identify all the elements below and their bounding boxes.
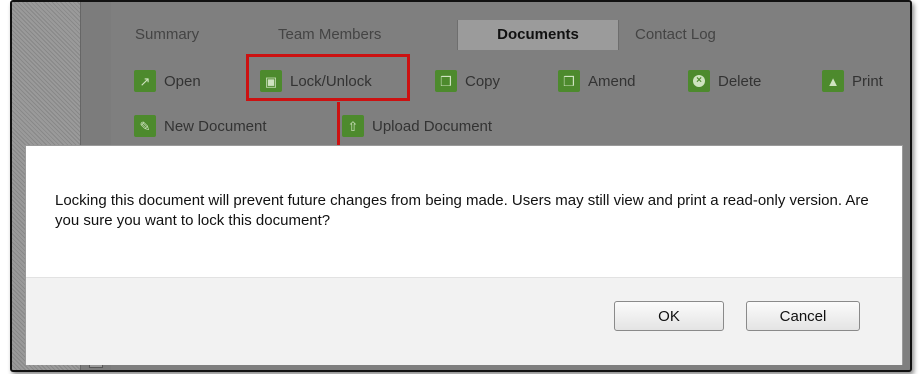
dialog-footer: OK Cancel [26, 277, 902, 365]
ok-button[interactable]: OK [614, 301, 724, 331]
copy-button[interactable]: ❒ Copy [435, 68, 500, 94]
open-label: Open [164, 72, 201, 90]
tab-team-members[interactable]: Team Members [278, 20, 381, 50]
new-document-label: New Document [164, 117, 267, 135]
open-button[interactable]: ↗ Open [134, 68, 201, 94]
dialog-message: Locking this document will prevent futur… [55, 192, 869, 229]
open-icon: ↗ [134, 70, 156, 92]
upload-document-button[interactable]: ⇧ Upload Document [342, 113, 492, 139]
tab-documents[interactable]: Documents [457, 20, 619, 50]
tab-summary[interactable]: Summary [135, 20, 199, 50]
delete-label: Delete [718, 72, 762, 90]
tab-contact-log[interactable]: Contact Log [635, 20, 716, 50]
delete-button[interactable]: × Delete [688, 68, 761, 94]
copy-icon: ❒ [435, 70, 457, 92]
lock-unlock-highlight [246, 54, 410, 101]
copy-label: Copy [465, 72, 501, 90]
new-document-button[interactable]: ✎ New Document [134, 113, 267, 139]
upload-document-label: Upload Document [372, 117, 493, 135]
amend-button[interactable]: ❒ Amend [558, 68, 636, 94]
print-icon: ▲ [822, 70, 844, 92]
amend-label: Amend [588, 72, 636, 90]
pencil-icon: ✎ [134, 115, 156, 137]
tab-bar: Summary Team Members Documents Contact L… [111, 20, 910, 50]
upload-icon: ⇧ [342, 115, 364, 137]
print-button[interactable]: ▲ Print [822, 68, 883, 94]
amend-icon: ❒ [558, 70, 580, 92]
lock-confirm-dialog: Locking this document will prevent futur… [25, 145, 903, 365]
delete-icon: × [688, 70, 710, 92]
cancel-button[interactable]: Cancel [746, 301, 860, 331]
print-label: Print [852, 72, 883, 90]
